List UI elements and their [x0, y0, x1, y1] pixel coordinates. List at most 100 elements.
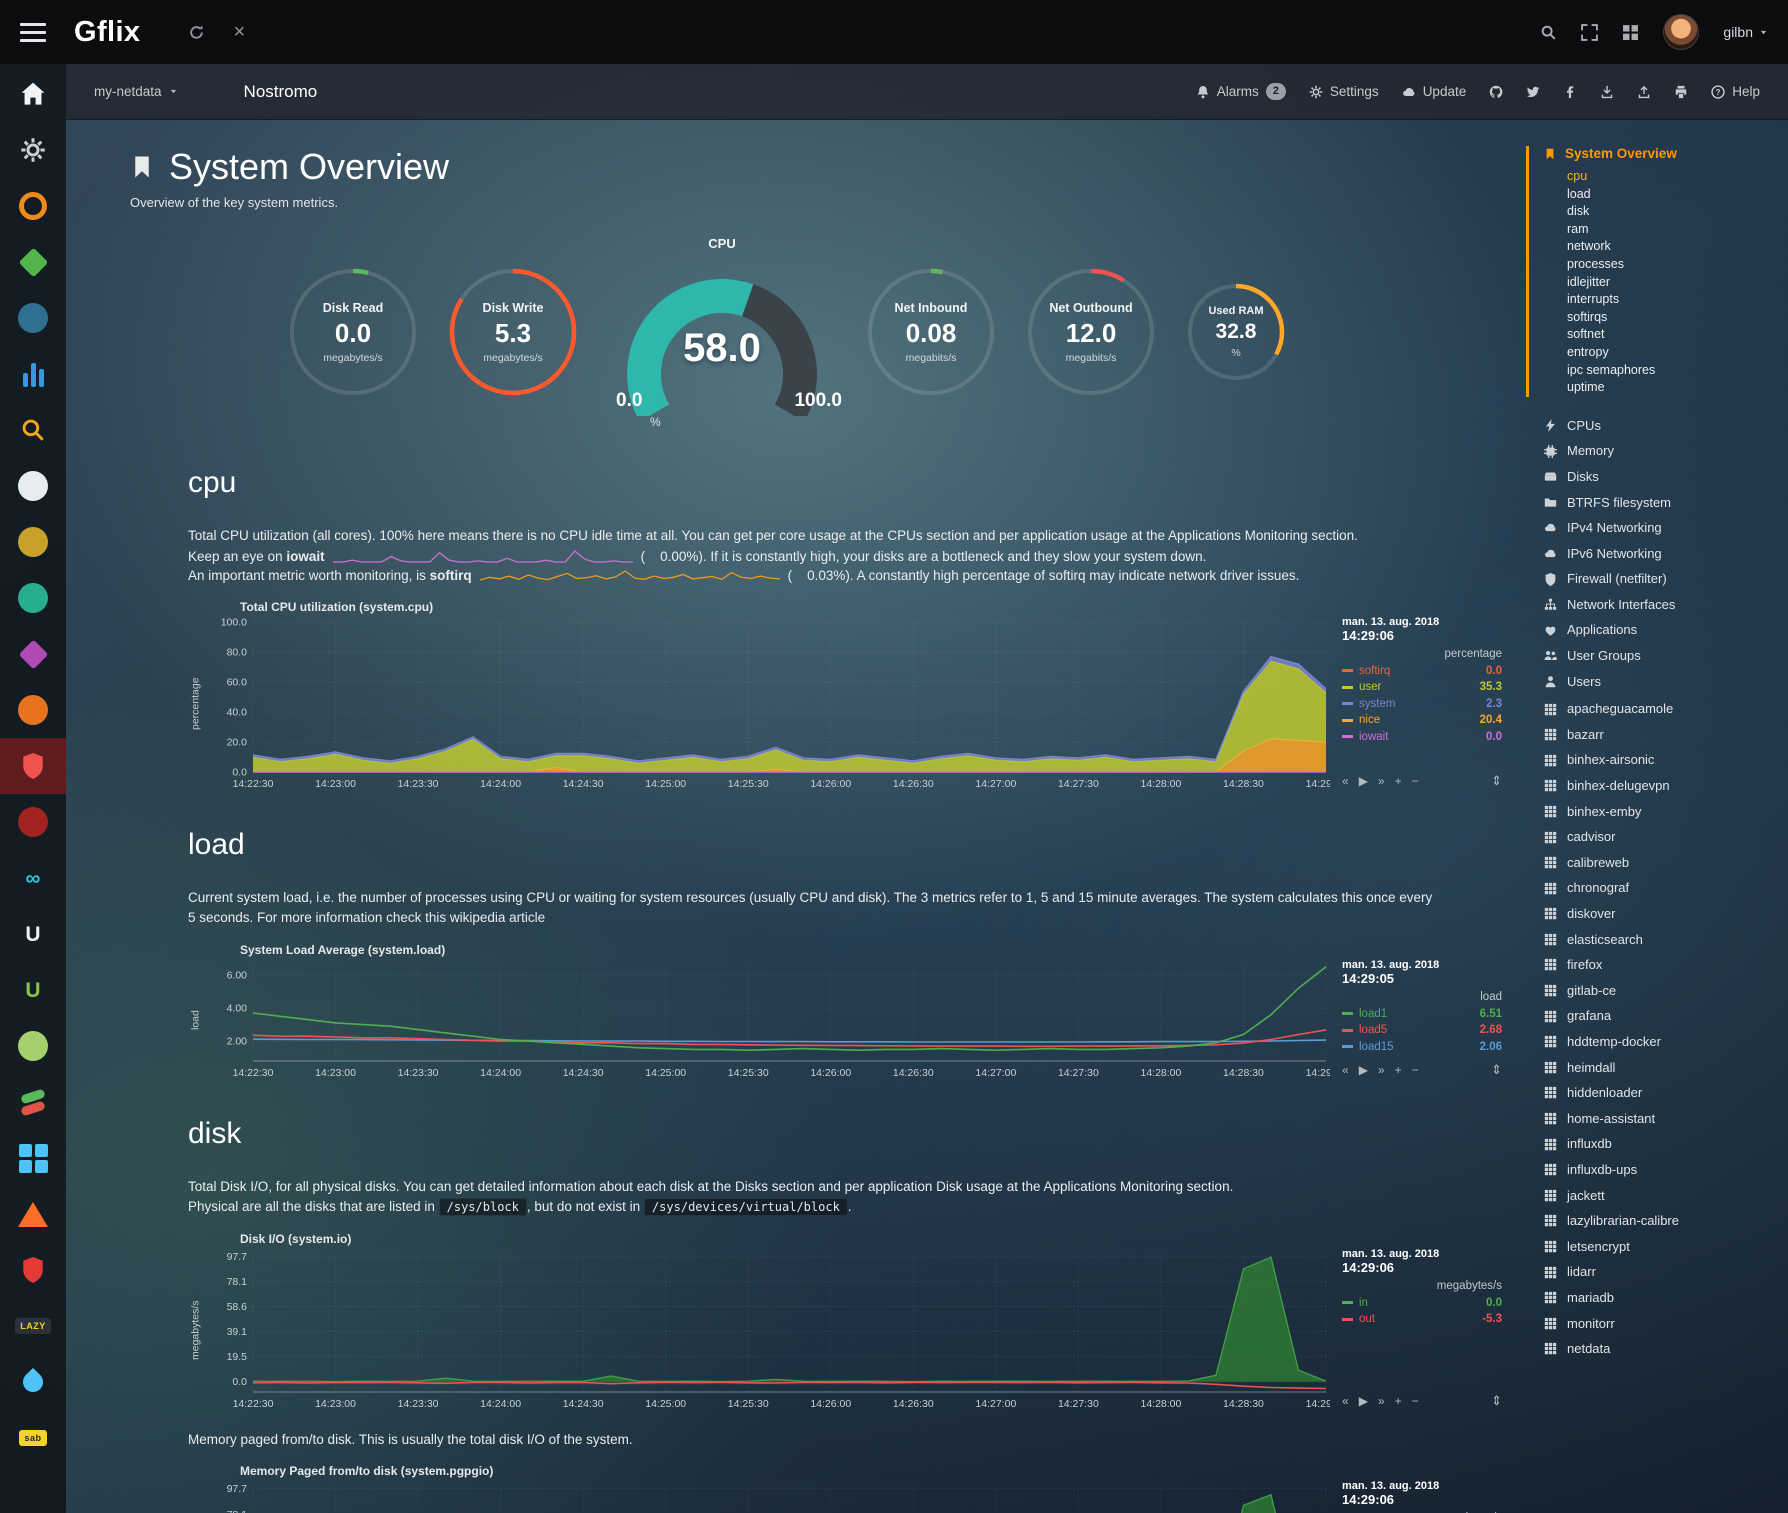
sidebar-app-item[interactable]: letsencrypt — [1524, 1234, 1780, 1260]
sidebar-section-item[interactable]: IPv6 Networking — [1524, 541, 1780, 567]
cpu-gauge[interactable]: CPU58.00.0100.0% — [598, 234, 846, 430]
sidebar-app-10[interactable] — [0, 570, 66, 626]
load-chart[interactable]: System Load Average (system.load) load 6… — [188, 941, 1502, 1081]
update-button[interactable]: Update — [1402, 84, 1467, 99]
fullscreen-icon[interactable] — [1581, 24, 1598, 41]
sidebar-app-13[interactable] — [0, 738, 66, 794]
gauge-used-ram[interactable]: Used RAM32.8% — [1176, 272, 1296, 392]
sidebar-subitem[interactable]: idlejitter — [1544, 274, 1780, 292]
export-icon[interactable] — [1637, 85, 1651, 99]
user-avatar[interactable] — [1663, 14, 1699, 50]
sidebar-section-item[interactable]: Memory — [1524, 438, 1780, 464]
sidebar-app-23[interactable]: LAZY — [0, 1298, 66, 1354]
sidebar-app-item[interactable]: diskover — [1524, 901, 1780, 927]
sidebar-app-11[interactable] — [0, 626, 66, 682]
sidebar-section-item[interactable]: Users — [1524, 669, 1780, 695]
cpu-chart[interactable]: Total CPU utilization (system.cpu) perce… — [188, 598, 1502, 792]
search-icon[interactable] — [1540, 24, 1557, 41]
sidebar-home-button[interactable] — [0, 66, 66, 122]
play-button[interactable]: ▶ — [1359, 774, 1368, 788]
sidebar-app-item[interactable]: lidarr — [1524, 1259, 1780, 1285]
sidebar-app-item[interactable]: jackett — [1524, 1183, 1780, 1209]
sidebar-app-18[interactable] — [0, 1018, 66, 1074]
sidebar-app-item[interactable]: lazylibrarian-calibre — [1524, 1208, 1780, 1234]
resize-handle[interactable]: ⇕ — [1491, 1062, 1502, 1078]
sidebar-subitem[interactable]: cpu — [1544, 168, 1780, 186]
sidebar-subitem[interactable]: interrupts — [1544, 291, 1780, 309]
load-plot[interactable]: 6.004.002.0014:22:3014:23:0014:23:3014:2… — [203, 959, 1330, 1081]
sidebar-section-item[interactable]: User Groups — [1524, 643, 1780, 669]
sidebar-section-item[interactable]: Disks — [1524, 464, 1780, 490]
sidebar-subitem[interactable]: load — [1544, 186, 1780, 204]
sidebar-app-3[interactable] — [0, 178, 66, 234]
sidebar-app-item[interactable]: calibreweb — [1524, 850, 1780, 876]
pan-back-button[interactable]: « — [1342, 1063, 1349, 1077]
sidebar-app-12[interactable] — [0, 682, 66, 738]
refresh-tab-icon[interactable] — [188, 24, 205, 41]
zoom-in-button[interactable]: + — [1395, 774, 1402, 788]
play-button[interactable]: ▶ — [1359, 1394, 1368, 1408]
sidebar-subitem[interactable]: disk — [1544, 203, 1780, 221]
pan-back-button[interactable]: « — [1342, 1394, 1349, 1408]
legend-item[interactable]: load5 2.68 — [1342, 1022, 1502, 1039]
sidebar-app-4[interactable] — [0, 234, 66, 290]
sidebar-subitem[interactable]: ram — [1544, 221, 1780, 239]
sidebar-item-system-overview[interactable]: System Overview — [1544, 146, 1780, 161]
sidebar-subitem[interactable]: ipc semaphores — [1544, 362, 1780, 380]
pan-forward-button[interactable]: » — [1378, 774, 1385, 788]
sidebar-app-item[interactable]: netdata — [1524, 1336, 1780, 1362]
sidebar-app-25[interactable]: sab — [0, 1410, 66, 1466]
disk-plot[interactable]: 97.778.158.639.119.50.014:22:3014:23:001… — [203, 1248, 1330, 1412]
memory-paged-chart[interactable]: Memory Paged from/to disk (system.pgpgio… — [188, 1462, 1502, 1513]
tabs-grid-icon[interactable] — [1622, 24, 1639, 41]
sidebar-section-item[interactable]: Applications — [1524, 617, 1780, 643]
sidebar-app-15[interactable]: ∞ — [0, 850, 66, 906]
sidebar-app-item[interactable]: binhex-airsonic — [1524, 747, 1780, 773]
github-icon[interactable] — [1489, 85, 1503, 99]
disk-chart[interactable]: Disk I/O (system.io) megabytes/s 97.778.… — [188, 1230, 1502, 1412]
sidebar-app-item[interactable]: binhex-delugevpn — [1524, 773, 1780, 799]
sidebar-app-item[interactable]: heimdall — [1524, 1055, 1780, 1081]
close-tab-icon[interactable]: × — [233, 22, 245, 42]
sidebar-app-item[interactable]: bazarr — [1524, 722, 1780, 748]
legend-item[interactable]: system 2.3 — [1342, 696, 1502, 713]
zoom-out-button[interactable]: − — [1412, 774, 1419, 788]
legend-item[interactable]: load15 2.06 — [1342, 1039, 1502, 1056]
sidebar-app-item[interactable]: home-assistant — [1524, 1106, 1780, 1132]
sidebar-subitem[interactable]: softirqs — [1544, 309, 1780, 327]
sidebar-app-21[interactable] — [0, 1186, 66, 1242]
legend-item[interactable]: out -5.3 — [1342, 1311, 1502, 1328]
gauge-net-inbound[interactable]: Net Inbound0.08megabits/s — [856, 257, 1006, 407]
sidebar-subitem[interactable]: uptime — [1544, 379, 1780, 397]
sidebar-app-14[interactable] — [0, 794, 66, 850]
sidebar-app-item[interactable]: firefox — [1524, 952, 1780, 978]
twitter-icon[interactable] — [1526, 85, 1540, 99]
sidebar-settings-button[interactable] — [0, 122, 66, 178]
menu-toggle-icon[interactable] — [20, 23, 46, 42]
zoom-out-button[interactable]: − — [1412, 1063, 1419, 1077]
host-dropdown[interactable]: my-netdata — [94, 84, 178, 99]
sidebar-app-item[interactable]: mariadb — [1524, 1285, 1780, 1311]
zoom-in-button[interactable]: + — [1395, 1394, 1402, 1408]
gauge-disk-write[interactable]: Disk Write5.3megabytes/s — [438, 257, 588, 407]
sidebar-app-item[interactable]: chronograf — [1524, 875, 1780, 901]
sidebar-subitem[interactable]: network — [1544, 238, 1780, 256]
sidebar-section-item[interactable]: CPUs — [1524, 413, 1780, 439]
sidebar-subitem[interactable]: processes — [1544, 256, 1780, 274]
sidebar-app-item[interactable]: elasticsearch — [1524, 927, 1780, 953]
pan-back-button[interactable]: « — [1342, 774, 1349, 788]
legend-item[interactable]: user 35.3 — [1342, 679, 1502, 696]
resize-handle[interactable]: ⇕ — [1491, 1393, 1502, 1409]
settings-button[interactable]: Settings — [1309, 84, 1379, 99]
import-icon[interactable] — [1600, 85, 1614, 99]
legend-item[interactable]: in 0.0 — [1342, 1295, 1502, 1312]
legend-item[interactable]: softirq 0.0 — [1342, 663, 1502, 680]
sidebar-app-item[interactable]: binhex-emby — [1524, 799, 1780, 825]
sidebar-app-item[interactable]: gitlab-ce — [1524, 978, 1780, 1004]
user-menu[interactable]: gilbn — [1723, 24, 1768, 40]
facebook-icon[interactable] — [1563, 85, 1577, 99]
sidebar-app-9[interactable] — [0, 514, 66, 570]
sidebar-app-19[interactable] — [0, 1074, 66, 1130]
resize-handle[interactable]: ⇕ — [1491, 773, 1502, 789]
zoom-in-button[interactable]: + — [1395, 1063, 1402, 1077]
